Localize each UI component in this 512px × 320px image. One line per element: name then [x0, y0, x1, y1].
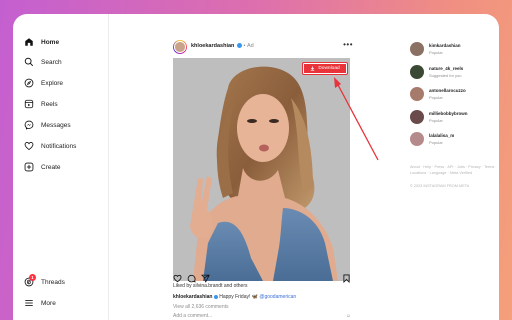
verified-badge-icon	[213, 294, 218, 299]
sidebar-item-label: More	[41, 299, 56, 307]
view-comments-link[interactable]: View all 2,636 comments	[173, 304, 229, 310]
suggestion-item[interactable]: kimkardashian Popular	[410, 42, 499, 58]
threads-icon: 1	[23, 273, 36, 288]
caption: khloekardashian Happy Friday! 🦋 @goodame…	[173, 294, 296, 300]
sidebar-item-more[interactable]: More	[23, 296, 56, 310]
sidebar-item-messages[interactable]: Messages	[23, 118, 71, 132]
notification-badge: 1	[29, 273, 36, 281]
avatar[interactable]	[173, 40, 187, 54]
home-icon	[23, 37, 34, 48]
suggestion-sub: Suggested for you	[429, 73, 462, 78]
browser-window: Home Search Explore Reels Messages Notif…	[13, 14, 499, 320]
add-comment-placeholder: Add a comment...	[173, 313, 213, 319]
sidebar-item-create[interactable]: Create	[23, 160, 61, 174]
avatar[interactable]	[410, 87, 424, 101]
copyright: © 2023 INSTAGRAM FROM META	[410, 184, 470, 188]
suggestion-sub: Popular	[429, 140, 443, 145]
sidebar: Home Search Explore Reels Messages Notif…	[13, 14, 109, 320]
plus-square-icon	[23, 162, 34, 173]
reels-icon	[23, 99, 34, 110]
sidebar-item-search[interactable]: Search	[23, 55, 62, 69]
avatar[interactable]	[410, 42, 424, 56]
post-username[interactable]: khloekardashian	[191, 43, 234, 49]
add-comment-input[interactable]: Add a comment... ☺	[173, 313, 351, 320]
sidebar-item-label: Messages	[41, 121, 71, 129]
like-heart-icon[interactable]	[173, 270, 182, 283]
ad-label: Ad	[246, 43, 254, 49]
sidebar-item-explore[interactable]: Explore	[23, 76, 63, 90]
sidebar-item-label: Threads	[41, 278, 65, 286]
sidebar-item-label: Notifications	[41, 142, 77, 150]
messenger-icon	[23, 120, 34, 131]
suggestion-sub: Popular	[429, 118, 443, 123]
hamburger-menu-icon	[23, 298, 34, 309]
suggestion-item[interactable]: nature_4k_reels Suggested for you	[410, 65, 499, 81]
sidebar-item-label: Explore	[41, 79, 64, 87]
photo-illustration	[173, 58, 350, 281]
avatar[interactable]	[410, 65, 424, 79]
comment-icon[interactable]	[187, 270, 196, 283]
post-username-row: khloekardashian • Ad	[191, 43, 254, 49]
suggestion-item[interactable]: milliebobbybrown Popular	[410, 110, 499, 126]
emoji-icon[interactable]: ☺	[346, 313, 351, 319]
download-button[interactable]: Download	[302, 62, 348, 75]
footer-links[interactable]: About · Help · Press · API · Jobs · Priv…	[410, 164, 498, 176]
suggestion-sub: Popular	[429, 95, 443, 100]
suggestion-name[interactable]: nature_4k_reels	[429, 66, 463, 71]
post-actions	[173, 270, 351, 284]
bookmark-icon[interactable]	[342, 270, 351, 284]
sidebar-item-threads[interactable]: 1 Threads	[23, 273, 65, 289]
caption-text: Happy Friday! 🦋	[219, 294, 260, 300]
suggestion-name[interactable]: kimkardashian	[429, 43, 461, 48]
download-icon	[310, 66, 315, 71]
more-options-icon[interactable]: •••	[343, 40, 353, 49]
suggestion-sub: Popular	[429, 50, 443, 55]
post-image[interactable]	[173, 58, 350, 281]
caption-mention-link[interactable]: @goodamerican	[259, 294, 296, 300]
suggestion-name[interactable]: antonellarocuzzo	[429, 88, 466, 93]
sidebar-item-reels[interactable]: Reels	[23, 97, 58, 111]
sidebar-item-label: Reels	[41, 100, 58, 108]
download-label: Download	[318, 66, 340, 71]
sidebar-item-label: Home	[41, 38, 60, 46]
caption-username[interactable]: khloekardashian	[173, 294, 212, 300]
sidebar-item-home[interactable]: Home	[23, 35, 59, 49]
suggestion-item[interactable]: antonellarocuzzo Popular	[410, 87, 499, 103]
compass-icon	[23, 78, 34, 89]
avatar[interactable]	[410, 132, 424, 146]
share-icon[interactable]	[201, 270, 210, 283]
suggestion-item[interactable]: lalalalisa_m Popular	[410, 132, 499, 148]
sidebar-item-label: Search	[41, 58, 62, 66]
heart-icon	[23, 141, 34, 152]
suggestion-name[interactable]: milliebobbybrown	[429, 111, 468, 116]
avatar[interactable]	[410, 110, 424, 124]
sidebar-item-label: Create	[41, 163, 61, 171]
search-icon	[23, 57, 34, 68]
suggestion-name[interactable]: lalalalisa_m	[429, 133, 454, 138]
separator: •	[243, 43, 246, 49]
post-header: khloekardashian • Ad •••	[173, 40, 353, 56]
likes-text[interactable]: Liked by silvina.brandt and others	[173, 283, 248, 289]
verified-badge-icon	[236, 43, 242, 49]
sidebar-item-notifications[interactable]: Notifications	[23, 139, 76, 153]
